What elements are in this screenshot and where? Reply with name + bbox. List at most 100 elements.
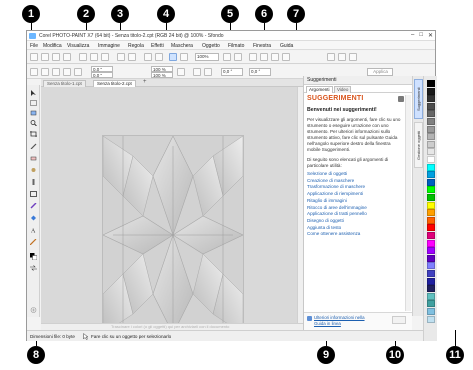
- print-button[interactable]: [63, 53, 71, 61]
- text-tool-icon[interactable]: A: [30, 227, 37, 234]
- clone-tool-icon[interactable]: [30, 179, 37, 185]
- application-launcher-button[interactable]: [349, 53, 357, 61]
- color-swatch[interactable]: [427, 232, 435, 239]
- color-swatch[interactable]: [427, 270, 435, 277]
- redo-button[interactable]: [128, 53, 136, 61]
- zoom-tool-icon[interactable]: [30, 120, 37, 126]
- import-button[interactable]: [144, 53, 152, 61]
- mirror-vertical-icon[interactable]: [204, 68, 212, 76]
- menu-immagine[interactable]: Immagine: [98, 43, 120, 49]
- add-tab-icon[interactable]: +: [143, 79, 147, 85]
- color-swatch[interactable]: [427, 262, 435, 270]
- color-swatch[interactable]: [427, 216, 435, 224]
- add-tool-icon[interactable]: [30, 307, 37, 313]
- color-swatch[interactable]: [427, 140, 435, 148]
- color-swatches-icon[interactable]: [30, 253, 37, 260]
- color-swatch[interactable]: [427, 110, 435, 118]
- online-help-link[interactable]: Ulteriori informazioni nella Guida in li…: [314, 315, 376, 326]
- color-swatch[interactable]: [427, 292, 435, 300]
- crop-tool-icon[interactable]: [30, 131, 37, 137]
- side-tab-gestione-oggetti[interactable]: Gestione oggetti: [414, 122, 423, 168]
- cut-button[interactable]: [79, 53, 87, 61]
- menu-oggetto[interactable]: Oggetto: [202, 43, 220, 49]
- color-swatch[interactable]: [427, 209, 435, 217]
- pick-tool-option-icon[interactable]: [30, 68, 38, 76]
- side-tab-suggerimenti[interactable]: Suggerimenti: [414, 79, 423, 119]
- docker-scrollbar[interactable]: [405, 95, 411, 311]
- distort-mode-icon[interactable]: [74, 68, 82, 76]
- hint-link[interactable]: Disegno di oggetti: [307, 218, 404, 225]
- zoom-100-button[interactable]: [223, 53, 231, 61]
- color-swatch[interactable]: [427, 186, 435, 194]
- welcome-screen-button[interactable]: [338, 53, 346, 61]
- export-button[interactable]: [155, 53, 163, 61]
- lock-ratio-icon[interactable]: [177, 68, 185, 76]
- color-swatch[interactable]: [427, 156, 435, 163]
- menu-visualizza[interactable]: Visualizza: [67, 43, 89, 49]
- color-swatch[interactable]: [427, 254, 435, 262]
- menu-filmato[interactable]: Filmato: [228, 43, 244, 49]
- color-swatch[interactable]: [427, 315, 435, 323]
- hint-link[interactable]: Ritaglio di immagini: [307, 198, 404, 205]
- menu-file[interactable]: File: [30, 43, 38, 49]
- launch-button[interactable]: [169, 53, 177, 61]
- effect-tool-icon[interactable]: [30, 167, 37, 173]
- hint-link[interactable]: Ritocco di aree dell'immagine: [307, 205, 404, 212]
- hint-link[interactable]: Come ottenere assistenza: [307, 231, 404, 238]
- canvas-image[interactable]: [103, 136, 243, 334]
- hint-link[interactable]: Applicazione di tratti pennello: [307, 211, 404, 218]
- menu-regola[interactable]: Regola: [128, 43, 144, 49]
- color-swatch[interactable]: [427, 148, 435, 156]
- hint-link[interactable]: Applicazione di riempimenti: [307, 191, 404, 198]
- undo-button[interactable]: [117, 53, 125, 61]
- color-swatch[interactable]: [427, 171, 435, 179]
- show-grid-button[interactable]: [260, 53, 268, 61]
- copy-button[interactable]: [90, 53, 98, 61]
- snap-button[interactable]: [282, 53, 290, 61]
- hint-link[interactable]: Selezione di oggetti: [307, 171, 404, 178]
- color-swatch[interactable]: [427, 300, 435, 308]
- close-button[interactable]: ✕: [428, 32, 433, 39]
- height-scale-field[interactable]: 100 %: [151, 72, 173, 78]
- help-book-icon[interactable]: [398, 95, 404, 102]
- new-document-button[interactable]: [30, 53, 38, 61]
- eraser-tool-icon[interactable]: [30, 155, 37, 161]
- swap-colors-icon[interactable]: [30, 265, 37, 271]
- eyedropper-tool-icon[interactable]: [30, 143, 37, 149]
- maximize-button[interactable]: □: [419, 32, 423, 39]
- color-swatch[interactable]: [427, 239, 435, 247]
- menu-finestra[interactable]: Finestra: [253, 43, 271, 49]
- object-mode-icon[interactable]: [41, 68, 49, 76]
- menu-guida[interactable]: Guida: [280, 43, 293, 49]
- document-palette[interactable]: Trascinare i colori (o gli oggetti) qui …: [41, 323, 303, 330]
- hint-link[interactable]: Trasformazione di maschere: [307, 184, 404, 191]
- color-swatch[interactable]: [427, 102, 435, 110]
- tab-video[interactable]: Video: [334, 86, 352, 93]
- apply-button[interactable]: Applica: [367, 68, 393, 76]
- show-guidelines-button[interactable]: [271, 53, 279, 61]
- mask-transform-tool-icon[interactable]: [30, 110, 37, 116]
- interactive-fill-tool-icon[interactable]: [30, 239, 37, 245]
- docker-expand-button[interactable]: [392, 316, 406, 324]
- color-swatch[interactable]: [427, 87, 435, 95]
- minimize-button[interactable]: –: [411, 32, 414, 39]
- color-swatch[interactable]: [427, 118, 435, 125]
- zoom-level-field[interactable]: 100%: [195, 53, 219, 61]
- full-screen-button[interactable]: [180, 53, 188, 61]
- mask-tool-icon[interactable]: [30, 100, 37, 106]
- color-swatch[interactable]: [427, 247, 435, 255]
- tab-argomenti[interactable]: Argomenti: [306, 86, 333, 93]
- rotate-mode-icon[interactable]: [52, 68, 60, 76]
- hint-link[interactable]: Creazione di maschere: [307, 178, 404, 185]
- document-tab-1[interactable]: Senza titolo-1.cpt: [43, 80, 86, 87]
- drawing-window[interactable]: [41, 87, 303, 334]
- color-swatch[interactable]: [427, 194, 435, 201]
- color-swatch[interactable]: [427, 95, 435, 103]
- color-swatch[interactable]: [427, 308, 435, 315]
- color-swatch[interactable]: [427, 80, 435, 87]
- show-rulers-button[interactable]: [249, 53, 257, 61]
- skew-angle-field[interactable]: 0,0 °: [249, 68, 271, 76]
- menu-modifica[interactable]: Modifica: [43, 43, 62, 49]
- color-swatch[interactable]: [427, 201, 435, 209]
- pick-tool-icon[interactable]: [30, 90, 37, 96]
